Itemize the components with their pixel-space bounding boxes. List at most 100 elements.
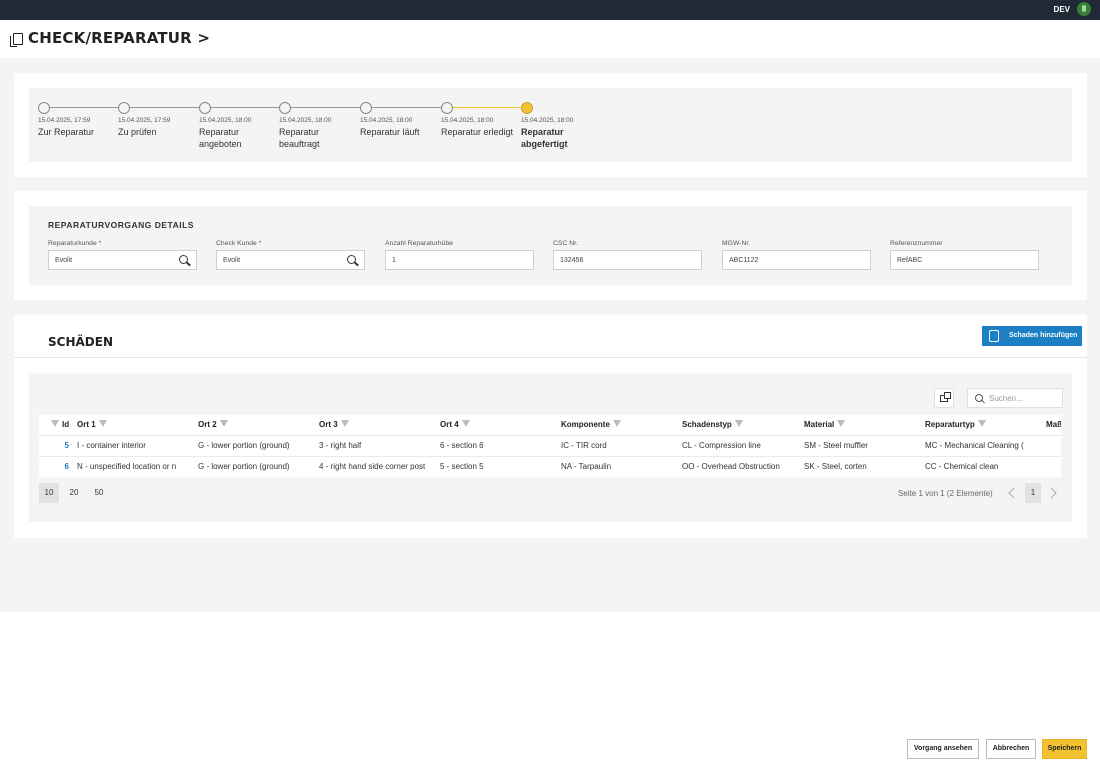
step-connector xyxy=(453,107,521,108)
step-dot-icon xyxy=(118,102,130,114)
details-panel: REPARATURVORGANG DETAILS Reparaturkunde … xyxy=(29,206,1072,285)
step-connector xyxy=(372,107,441,108)
column-header[interactable]: Maß xyxy=(1046,415,1061,435)
column-header[interactable]: Ort 3 xyxy=(319,415,437,435)
table-cell: MC - Mechanical Cleaning ( xyxy=(925,441,1024,450)
page-size-option[interactable]: 10 xyxy=(39,483,59,503)
next-page-icon[interactable] xyxy=(1045,487,1057,499)
field-input[interactable]: Evolit xyxy=(48,250,197,270)
table-cell: 5 - section 5 xyxy=(440,462,484,471)
search-icon[interactable] xyxy=(347,255,359,267)
table-search-input[interactable]: Suchen... xyxy=(967,388,1063,408)
field-input[interactable]: 132456 xyxy=(553,250,702,270)
export-button[interactable] xyxy=(934,388,954,408)
field-label: Check Kunde * xyxy=(216,240,262,247)
column-header[interactable]: Komponente xyxy=(561,415,679,435)
filter-icon[interactable] xyxy=(98,420,107,428)
table-cell: 4 - right hand side corner post xyxy=(319,462,426,471)
step-date: 15.04.2025, 18:00 xyxy=(360,117,413,124)
field-label: CSC Nr. xyxy=(553,240,578,247)
table-cell: I - container interior xyxy=(77,441,146,450)
cancel-button[interactable]: Abbrechen xyxy=(986,739,1036,759)
table-cell: G - lower portion (ground) xyxy=(198,462,290,471)
current-page-button[interactable]: 1 xyxy=(1025,483,1041,503)
filter-icon[interactable] xyxy=(977,420,986,428)
column-label: Ort 3 xyxy=(319,420,338,429)
column-header[interactable]: Reparaturtyp xyxy=(925,415,1043,435)
document-icon xyxy=(10,33,23,47)
table-cell: 6 - section 6 xyxy=(440,441,484,450)
step-dot-icon xyxy=(199,102,211,114)
page-size-option[interactable]: 50 xyxy=(89,483,109,503)
page-title[interactable]: CHECK/REPARATUR > xyxy=(28,29,210,47)
table-cell xyxy=(1046,436,1061,456)
step-label: Zur Reparatur xyxy=(38,127,95,137)
column-header[interactable]: Schadenstyp xyxy=(682,415,800,435)
add-damage-button[interactable]: Schaden hinzufügen xyxy=(982,326,1082,346)
damages-card: SCHÄDEN Schaden hinzufügen Suchen... Id O… xyxy=(14,315,1087,538)
details-title: REPARATURVORGANG DETAILS xyxy=(48,220,194,230)
table-row[interactable]: 5 I - container interior G - lower portion… xyxy=(39,436,1061,457)
field-input[interactable]: Evolit xyxy=(216,250,365,270)
step-dot-icon xyxy=(441,102,453,114)
step-dot-icon xyxy=(279,102,291,114)
search-icon[interactable] xyxy=(179,255,191,267)
page-header: CHECK/REPARATUR > xyxy=(0,20,1100,58)
filter-icon[interactable] xyxy=(837,420,846,428)
step-date: 15.04.2025, 18:00 xyxy=(521,117,574,124)
filter-icon[interactable] xyxy=(219,420,228,428)
damages-title: SCHÄDEN xyxy=(48,335,113,349)
view-process-button[interactable]: Vorgang ansehen xyxy=(907,739,979,759)
filter-icon[interactable] xyxy=(340,420,349,428)
step-label: Zu prüfen xyxy=(118,127,157,137)
table-row[interactable]: 6 N - unspecified location or n G - lower … xyxy=(39,457,1061,477)
row-id-link[interactable]: 5 xyxy=(39,436,69,456)
field-value: 132456 xyxy=(560,257,584,264)
step-date: 15.04.2025, 18:00 xyxy=(199,117,252,124)
step-dot-icon xyxy=(521,102,533,114)
step-dot-icon xyxy=(360,102,372,114)
add-damage-label: Schaden hinzufügen xyxy=(1009,332,1078,339)
step-label: Reparatur läuft xyxy=(360,127,420,137)
table-cell: 3 - right half xyxy=(319,441,362,450)
column-header[interactable]: Material xyxy=(804,415,922,435)
filter-icon[interactable] xyxy=(612,420,621,428)
step-label: Reparatur abgefertigt xyxy=(521,127,568,149)
damages-table-panel: Suchen... Id Ort 1 Ort 2 Ort 3 Ort 4 Komponen… xyxy=(29,373,1072,522)
step-date: 15.04.2025, 17:59 xyxy=(118,117,171,124)
filter-icon[interactable] xyxy=(51,420,59,428)
page-size-option[interactable]: 20 xyxy=(64,483,84,503)
table-header-row: Id Ort 1 Ort 2 Ort 3 Ort 4 Komponente Schadens… xyxy=(39,415,1061,436)
table-cell: SM - Steel muffler xyxy=(804,441,868,450)
column-label: Maß xyxy=(1046,420,1061,429)
filter-icon[interactable] xyxy=(461,420,470,428)
environment-label: DEV xyxy=(1053,5,1070,14)
export-icon xyxy=(940,392,951,402)
column-label: Ort 1 xyxy=(77,420,96,429)
step-connector xyxy=(211,107,279,108)
table-cell: N - unspecified location or n xyxy=(77,462,177,471)
field-value: RefABC xyxy=(897,257,923,264)
field-input[interactable]: RefABC xyxy=(890,250,1039,270)
row-id-link[interactable]: 6 xyxy=(39,457,69,477)
column-header[interactable]: Ort 1 xyxy=(77,415,195,435)
previous-page-icon[interactable] xyxy=(1008,487,1020,499)
column-label: Reparaturtyp xyxy=(925,420,975,429)
leaf-logo-icon[interactable] xyxy=(1077,2,1091,16)
field-value: ABC1122 xyxy=(729,257,759,264)
table-cell: SK - Steel, corten xyxy=(804,462,867,471)
damages-table: Id Ort 1 Ort 2 Ort 3 Ort 4 Komponente Schadens… xyxy=(39,415,1061,477)
save-button[interactable]: Speichern xyxy=(1042,739,1087,759)
step-connector xyxy=(50,107,118,108)
field-input[interactable]: ABC1122 xyxy=(722,250,871,270)
filter-icon[interactable] xyxy=(734,420,743,428)
step-connector xyxy=(130,107,199,108)
column-header[interactable]: Ort 4 xyxy=(440,415,558,435)
field-input[interactable]: 1 xyxy=(385,250,534,270)
field-label: Anzahl Reparaturhübe xyxy=(385,240,454,247)
status-stepper: 15.04.2025, 17:59 Zur Reparatur 15.04.2025… xyxy=(29,88,1072,162)
column-header[interactable]: Ort 2 xyxy=(198,415,316,435)
search-placeholder: Suchen... xyxy=(989,394,1023,403)
main-content: 15.04.2025, 17:59 Zur Reparatur 15.04.2025… xyxy=(0,58,1100,612)
column-label: Id xyxy=(62,420,70,429)
